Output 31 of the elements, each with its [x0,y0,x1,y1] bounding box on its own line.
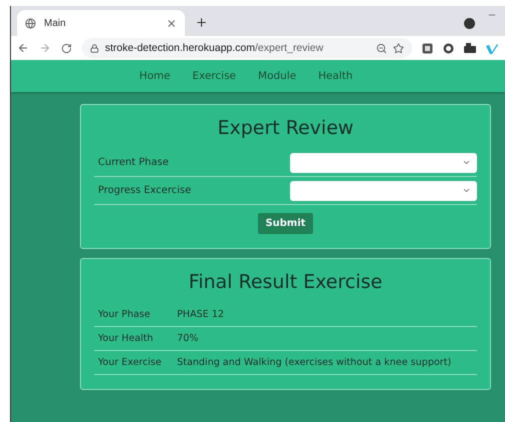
back-icon[interactable] [17,42,29,54]
nav-link[interactable]: Health [309,66,362,86]
reload-icon[interactable] [61,42,72,54]
tab-title: Main [44,18,67,28]
table-cell-text: Your Phase [98,309,152,320]
table-cell-text: Your Health [98,333,154,344]
nav-link[interactable]: Module [249,66,306,86]
field-label: Current Phase [98,157,169,168]
table-cell: PHASE 12 [177,309,224,320]
caret-icon [462,186,471,195]
select-field[interactable] [290,152,477,172]
nav-link[interactable]: Home [130,66,180,86]
select-field[interactable] [290,180,477,200]
caret-icon [462,158,471,167]
star-icon[interactable] [393,42,404,54]
nav-link[interactable]: Exercise [183,66,246,86]
address-bar[interactable]: stroke-detection.herokuapp.com/expert_review [82,38,412,58]
field-label: Progress Excercise [98,185,192,196]
browser-tab[interactable]: Main [17,10,185,36]
plus-icon[interactable] [195,16,208,29]
zoom-icon[interactable] [376,42,387,54]
table-cell: Standing and Walking (exercises without a knee support) [177,357,452,368]
close-icon[interactable] [166,18,177,28]
submit-button[interactable]: Submit [258,213,313,234]
lock-icon [90,44,99,52]
globe-icon [25,18,36,28]
card-title: Expert Review [216,117,355,139]
table-cell: 70% [177,333,198,344]
url-text: stroke-detection.herokuapp.com/expert_review [105,42,324,54]
card-title: Final Result Exercise [188,271,384,293]
table-cell-text: Your Exercise [98,357,162,368]
